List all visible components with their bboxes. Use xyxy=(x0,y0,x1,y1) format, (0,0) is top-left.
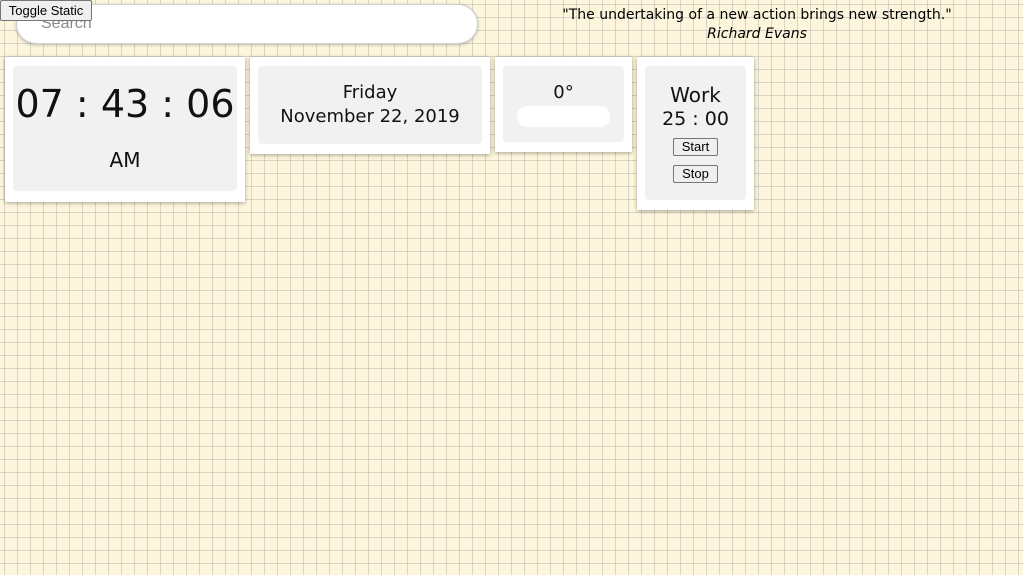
clock-widget: 07 : 43 : 06 AM xyxy=(5,57,245,202)
timer-panel: Work 25 : 00 Start Stop xyxy=(645,66,746,200)
date-full: November 22, 2019 xyxy=(280,106,460,127)
weather-description-bar xyxy=(517,106,610,127)
timer-minutes: 25 xyxy=(662,108,687,130)
timer-stop-button[interactable]: Stop xyxy=(673,165,718,183)
weather-widget: 0° xyxy=(495,57,632,152)
date-weekday: Friday xyxy=(342,82,398,103)
clock-time: 07 : 43 : 06 xyxy=(13,82,237,126)
clock-separator: : xyxy=(75,82,89,126)
date-widget: Friday November 22, 2019 xyxy=(250,57,490,154)
weather-temperature: 0° xyxy=(553,82,574,103)
timer-seconds: 00 xyxy=(704,108,729,130)
clock-separator: : xyxy=(161,82,175,126)
clock-hours: 07 xyxy=(15,82,64,126)
clock-period: AM xyxy=(109,148,141,172)
quote-block: "The undertaking of a new action brings … xyxy=(540,6,974,44)
quote-author: Richard Evans xyxy=(707,26,807,42)
timer-mode: Work xyxy=(670,83,721,107)
weather-panel: 0° xyxy=(503,66,624,142)
clock-minutes: 43 xyxy=(100,82,150,126)
pomodoro-timer-widget: Work 25 : 00 Start Stop xyxy=(637,57,754,210)
clock-panel: 07 : 43 : 06 AM xyxy=(13,66,237,191)
timer-time: 25 : 00 xyxy=(645,108,746,130)
timer-separator: : xyxy=(692,108,699,130)
clock-seconds: 06 xyxy=(186,82,235,126)
timer-start-button[interactable]: Start xyxy=(673,138,718,156)
quote-text: "The undertaking of a new action brings … xyxy=(562,7,952,23)
toggle-static-button[interactable]: Toggle Static xyxy=(0,0,92,21)
date-panel: Friday November 22, 2019 xyxy=(258,66,482,144)
